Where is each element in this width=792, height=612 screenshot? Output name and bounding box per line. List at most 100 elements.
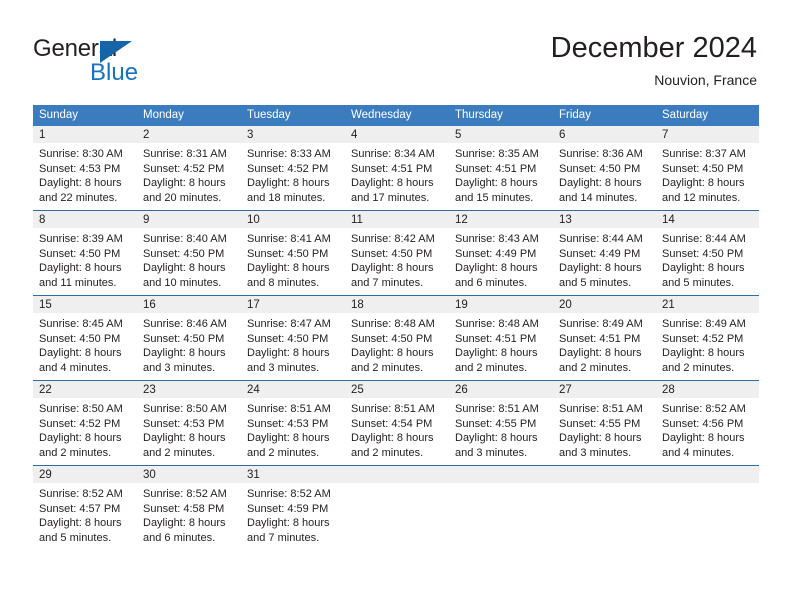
calendar-day-cell[interactable]: 20 Sunrise: 8:49 AM Sunset: 4:51 PM Dayligh… bbox=[553, 295, 656, 381]
sunset-text: Sunset: 4:51 PM bbox=[559, 332, 641, 345]
sunset-text: Sunset: 4:53 PM bbox=[247, 417, 329, 430]
sunrise-text: Sunrise: 8:50 AM bbox=[143, 403, 227, 415]
calendar-day-cell[interactable]: 8 Sunrise: 8:39 AM Sunset: 4:50 PM Daylight… bbox=[33, 210, 137, 296]
daylight-text-line2: and 3 minutes. bbox=[143, 361, 216, 374]
calendar-day-cell[interactable]: 26 Sunrise: 8:51 AM Sunset: 4:55 PM Dayligh… bbox=[449, 380, 553, 466]
daylight-text-line1: Daylight: 8 hours bbox=[247, 517, 330, 530]
calendar-day-cell[interactable]: 4 Sunrise: 8:34 AM Sunset: 4:51 PM Daylight… bbox=[345, 126, 449, 211]
calendar-day-cell[interactable]: 19 Sunrise: 8:48 AM Sunset: 4:51 PM Dayligh… bbox=[449, 295, 553, 381]
sunset-text: Sunset: 4:51 PM bbox=[351, 162, 433, 175]
daylight-text-line1: Daylight: 8 hours bbox=[455, 432, 538, 445]
day-details: Sunrise: 8:35 AM Sunset: 4:51 PM Daylight:… bbox=[449, 143, 553, 205]
daylight-text-line1: Daylight: 8 hours bbox=[559, 347, 642, 360]
day-number: 16 bbox=[137, 296, 241, 313]
sunrise-text: Sunrise: 8:39 AM bbox=[39, 233, 123, 245]
calendar-day-cell[interactable]: 17 Sunrise: 8:47 AM Sunset: 4:50 PM Dayligh… bbox=[241, 295, 345, 381]
calendar-day-cell[interactable]: 2 Sunrise: 8:31 AM Sunset: 4:52 PM Daylight… bbox=[137, 126, 241, 211]
calendar-day-cell[interactable]: 13 Sunrise: 8:44 AM Sunset: 4:49 PM Dayligh… bbox=[553, 210, 656, 296]
calendar-day-cell[interactable]: 21 Sunrise: 8:49 AM Sunset: 4:52 PM Dayligh… bbox=[656, 295, 759, 381]
daylight-text-line2: and 2 minutes. bbox=[247, 446, 320, 459]
day-number: 14 bbox=[656, 211, 759, 228]
calendar-day-cell[interactable]: 25 Sunrise: 8:51 AM Sunset: 4:54 PM Dayligh… bbox=[345, 380, 449, 466]
calendar-day-cell[interactable]: 12 Sunrise: 8:43 AM Sunset: 4:49 PM Dayligh… bbox=[449, 210, 553, 296]
day-number: 27 bbox=[553, 381, 656, 398]
calendar-day-cell[interactable]: 10 Sunrise: 8:41 AM Sunset: 4:50 PM Dayligh… bbox=[241, 210, 345, 296]
sunrise-text: Sunrise: 8:51 AM bbox=[351, 403, 435, 415]
day-details: Sunrise: 8:43 AM Sunset: 4:49 PM Daylight:… bbox=[449, 228, 553, 290]
calendar-day-cell[interactable]: 22 Sunrise: 8:50 AM Sunset: 4:52 PM Dayligh… bbox=[33, 380, 137, 466]
day-details: Sunrise: 8:48 AM Sunset: 4:51 PM Daylight:… bbox=[449, 313, 553, 375]
daylight-text-line1: Daylight: 8 hours bbox=[455, 262, 538, 275]
day-number: 18 bbox=[345, 296, 449, 313]
calendar-day-cell[interactable]: 9 Sunrise: 8:40 AM Sunset: 4:50 PM Daylight… bbox=[137, 210, 241, 296]
day-number: 5 bbox=[449, 126, 553, 143]
daylight-text-line1: Daylight: 8 hours bbox=[351, 262, 434, 275]
calendar-day-cell[interactable]: 6 Sunrise: 8:36 AM Sunset: 4:50 PM Daylight… bbox=[553, 126, 656, 211]
sunset-text: Sunset: 4:49 PM bbox=[455, 247, 537, 260]
day-number: 1 bbox=[33, 126, 137, 143]
day-number: 7 bbox=[656, 126, 759, 143]
sunrise-text: Sunrise: 8:35 AM bbox=[455, 148, 539, 160]
day-cell-inner: 26 Sunrise: 8:51 AM Sunset: 4:55 PM Dayligh… bbox=[449, 381, 553, 465]
day-number: 15 bbox=[33, 296, 137, 313]
day-cell-inner: 1 Sunrise: 8:30 AM Sunset: 4:53 PM Daylight… bbox=[33, 126, 137, 210]
sunrise-text: Sunrise: 8:31 AM bbox=[143, 148, 227, 160]
daylight-text-line1: Daylight: 8 hours bbox=[143, 432, 226, 445]
calendar-day-cell[interactable]: 3 Sunrise: 8:33 AM Sunset: 4:52 PM Daylight… bbox=[241, 126, 345, 211]
daylight-text-line2: and 5 minutes. bbox=[559, 276, 632, 289]
calendar-day-cell[interactable]: 28 Sunrise: 8:52 AM Sunset: 4:56 PM Dayligh… bbox=[656, 380, 759, 466]
calendar-day-cell[interactable]: 11 Sunrise: 8:42 AM Sunset: 4:50 PM Dayligh… bbox=[345, 210, 449, 296]
daylight-text-line1: Daylight: 8 hours bbox=[39, 347, 122, 360]
daylight-text-line2: and 6 minutes. bbox=[455, 276, 528, 289]
calendar-day-cell[interactable]: 15 Sunrise: 8:45 AM Sunset: 4:50 PM Dayligh… bbox=[33, 295, 137, 381]
sunrise-text: Sunrise: 8:51 AM bbox=[247, 403, 331, 415]
day-details: Sunrise: 8:51 AM Sunset: 4:55 PM Daylight:… bbox=[553, 398, 656, 460]
calendar-day-cell[interactable]: 14 Sunrise: 8:44 AM Sunset: 4:50 PM Dayligh… bbox=[656, 210, 759, 296]
sunset-text: Sunset: 4:50 PM bbox=[39, 332, 121, 345]
calendar-day-cell-empty bbox=[553, 465, 656, 550]
daylight-text-line2: and 2 minutes. bbox=[559, 361, 632, 374]
sunset-text: Sunset: 4:52 PM bbox=[662, 332, 744, 345]
calendar-day-cell[interactable]: 29 Sunrise: 8:52 AM Sunset: 4:57 PM Dayligh… bbox=[33, 465, 137, 550]
sunset-text: Sunset: 4:53 PM bbox=[39, 162, 121, 175]
calendar-day-cell-empty bbox=[449, 465, 553, 550]
day-cell-inner: 8 Sunrise: 8:39 AM Sunset: 4:50 PM Daylight… bbox=[33, 211, 137, 295]
day-details: Sunrise: 8:49 AM Sunset: 4:52 PM Daylight:… bbox=[656, 313, 759, 375]
calendar-day-cell[interactable]: 16 Sunrise: 8:46 AM Sunset: 4:50 PM Dayligh… bbox=[137, 295, 241, 381]
day-cell-inner: 24 Sunrise: 8:51 AM Sunset: 4:53 PM Dayligh… bbox=[241, 381, 345, 465]
calendar-day-cell[interactable]: 1 Sunrise: 8:30 AM Sunset: 4:53 PM Daylight… bbox=[33, 126, 137, 211]
calendar-day-cell[interactable]: 24 Sunrise: 8:51 AM Sunset: 4:53 PM Dayligh… bbox=[241, 380, 345, 466]
sunset-text: Sunset: 4:52 PM bbox=[39, 417, 121, 430]
sunrise-text: Sunrise: 8:47 AM bbox=[247, 318, 331, 330]
daylight-text-line1: Daylight: 8 hours bbox=[559, 432, 642, 445]
page-subtitle-location: Nouvion, France bbox=[654, 72, 757, 88]
day-cell-inner: 27 Sunrise: 8:51 AM Sunset: 4:55 PM Dayligh… bbox=[553, 381, 656, 465]
daylight-text-line1: Daylight: 8 hours bbox=[143, 177, 226, 190]
daylight-text-line1: Daylight: 8 hours bbox=[39, 177, 122, 190]
sunrise-text: Sunrise: 8:49 AM bbox=[559, 318, 643, 330]
daylight-text-line2: and 5 minutes. bbox=[39, 531, 112, 544]
day-number: 2 bbox=[137, 126, 241, 143]
calendar-day-cell[interactable]: 30 Sunrise: 8:52 AM Sunset: 4:58 PM Dayligh… bbox=[137, 465, 241, 550]
day-details: Sunrise: 8:42 AM Sunset: 4:50 PM Daylight:… bbox=[345, 228, 449, 290]
day-number: 22 bbox=[33, 381, 137, 398]
calendar-day-cell[interactable]: 7 Sunrise: 8:37 AM Sunset: 4:50 PM Daylight… bbox=[656, 126, 759, 211]
calendar-day-cell[interactable]: 31 Sunrise: 8:52 AM Sunset: 4:59 PM Dayligh… bbox=[241, 465, 345, 550]
sunrise-text: Sunrise: 8:34 AM bbox=[351, 148, 435, 160]
calendar-day-cell[interactable]: 27 Sunrise: 8:51 AM Sunset: 4:55 PM Dayligh… bbox=[553, 380, 656, 466]
daylight-text-line2: and 2 minutes. bbox=[351, 446, 424, 459]
calendar-day-cell[interactable]: 23 Sunrise: 8:50 AM Sunset: 4:53 PM Dayligh… bbox=[137, 380, 241, 466]
sunset-text: Sunset: 4:50 PM bbox=[247, 247, 329, 260]
daylight-text-line1: Daylight: 8 hours bbox=[247, 262, 330, 275]
day-cell-inner: 10 Sunrise: 8:41 AM Sunset: 4:50 PM Dayligh… bbox=[241, 211, 345, 295]
calendar-day-cell[interactable]: 5 Sunrise: 8:35 AM Sunset: 4:51 PM Daylight… bbox=[449, 126, 553, 211]
daylight-text-line2: and 2 minutes. bbox=[662, 361, 735, 374]
daylight-text-line2: and 2 minutes. bbox=[143, 446, 216, 459]
calendar-day-cell[interactable]: 18 Sunrise: 8:48 AM Sunset: 4:50 PM Dayligh… bbox=[345, 295, 449, 381]
day-cell-inner: 13 Sunrise: 8:44 AM Sunset: 4:49 PM Dayligh… bbox=[553, 211, 656, 295]
day-cell-inner: 22 Sunrise: 8:50 AM Sunset: 4:52 PM Dayligh… bbox=[33, 381, 137, 465]
sunset-text: Sunset: 4:53 PM bbox=[143, 417, 225, 430]
sunrise-text: Sunrise: 8:52 AM bbox=[662, 403, 746, 415]
day-number: 6 bbox=[553, 126, 656, 143]
general-blue-logo[interactable]: General Blue bbox=[33, 36, 213, 88]
